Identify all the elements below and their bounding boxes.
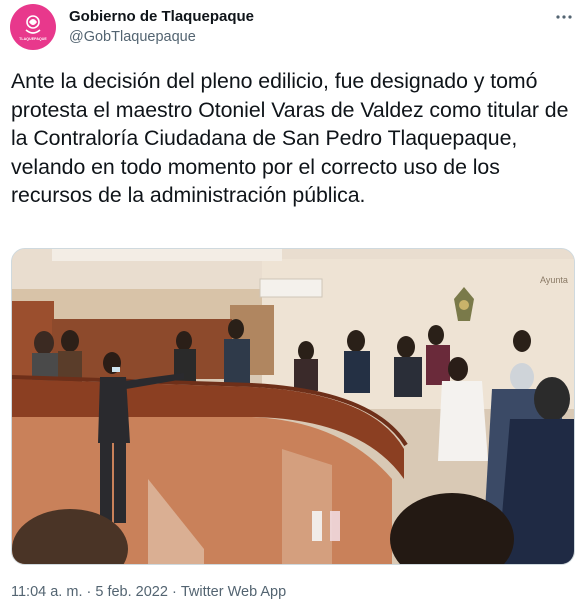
account-handle[interactable]: @GobTlaquepaque [69,27,254,47]
meta-separator-2: · [171,584,177,600]
tweet-time[interactable]: 11:04 a. m. [11,583,82,601]
tweet-date[interactable]: 5 feb. 2022 [95,583,168,601]
tweet-photo[interactable]: Ayunta [11,248,575,565]
tweet-header: TLAQUEPAQUE Gobierno de Tlaquepaque @Gob… [10,4,575,50]
display-name[interactable]: Gobierno de Tlaquepaque [69,8,254,26]
council-session-photo: Ayunta [12,249,574,564]
meta-separator-1: · [86,584,92,600]
avatar[interactable]: TLAQUEPAQUE [10,4,56,50]
more-horizontal-icon [556,15,572,19]
tweet-card: TLAQUEPAQUE Gobierno de Tlaquepaque @Gob… [0,0,583,604]
avatar-label: TLAQUEPAQUE [19,36,47,41]
tlaquepaque-logo-icon [25,14,41,34]
wall-sign-text: Ayunta [540,275,568,285]
more-options-button[interactable] [553,6,575,28]
tweet-meta: 11:04 a. m. · 5 feb. 2022 · Twitter Web … [11,583,286,601]
tweet-source[interactable]: Twitter Web App [181,583,286,601]
tweet-text: Ante la decisión del pleno edilicio, fue… [11,69,569,208]
account-name-block: Gobierno de Tlaquepaque @GobTlaquepaque [69,8,254,47]
